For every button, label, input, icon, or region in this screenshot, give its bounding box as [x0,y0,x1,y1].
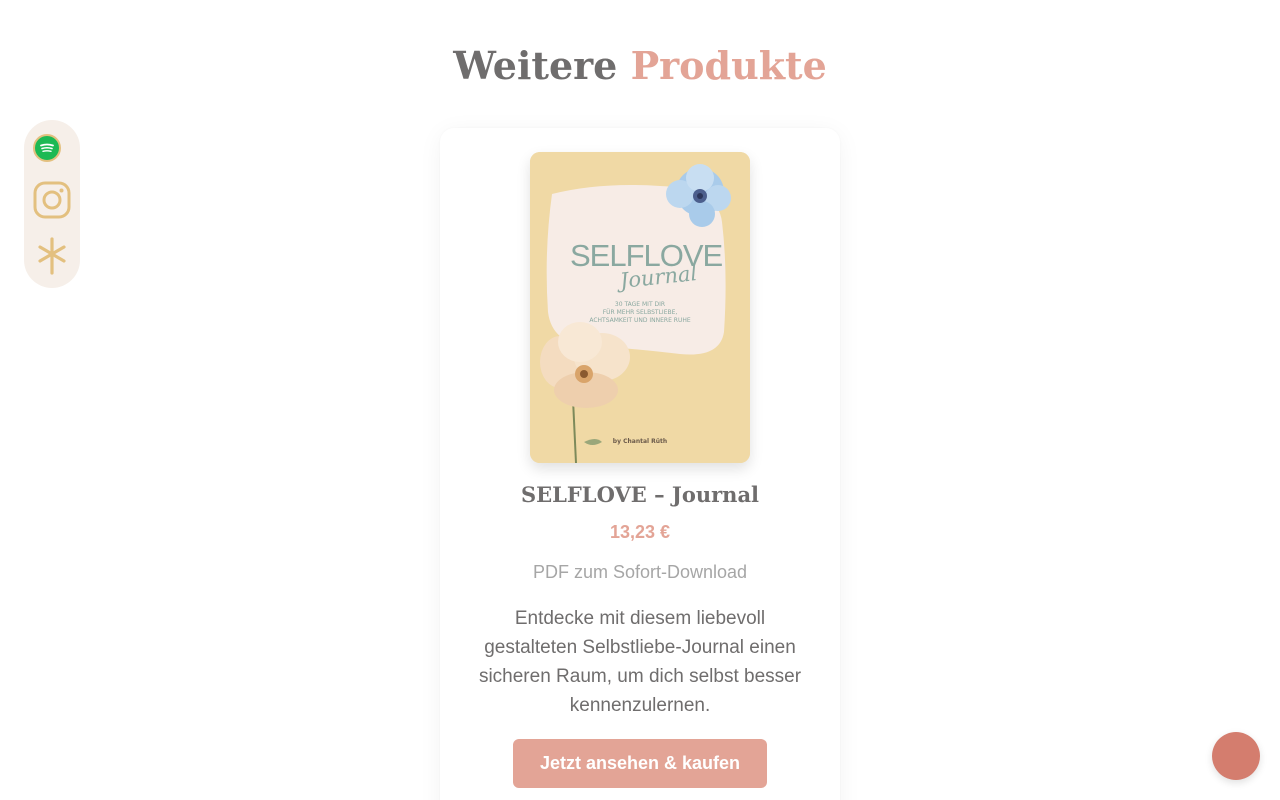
product-cover-image[interactable]: SELFLOVE Journal 30 TAGE MIT DIR FÜR MEH… [530,152,750,463]
linktree-link[interactable] [24,236,80,276]
cover-subtitle-line-3: ACHTSAMKEIT UND INNERE RUHE [589,317,691,324]
spotify-link[interactable] [19,134,75,162]
section-title: Weitere Produkte [0,42,1280,90]
floating-action-button[interactable] [1212,732,1260,780]
view-and-buy-button[interactable]: Jetzt ansehen & kaufen [513,739,767,788]
cover-subtitle-line-1: 30 TAGE MIT DIR [615,301,665,308]
product-price: 13,23 € [609,522,671,542]
section-title-part-2: Produkte [630,43,827,88]
product-format: PDF zum Sofort-Download [532,562,748,582]
instagram-icon [33,181,71,219]
instagram-link[interactable] [24,180,80,220]
linktree-icon [38,237,66,275]
product-name[interactable]: SELFLOVE – Journal [440,482,840,507]
product-card: SELFLOVE Journal 30 TAGE MIT DIR FÜR MEH… [440,128,840,800]
cover-author: by Chantal Rüth [613,438,667,445]
product-description: Entdecke mit diesem liebevoll gestaltete… [478,608,802,716]
page: Weitere Produkte SELFLOVE Journal 30 TAG… [0,0,1280,800]
section-title-part-1: Weitere [453,43,618,88]
cover-subtitle-line-2: FÜR MEHR SELBSTLIEBE, [603,309,678,316]
spotify-icon [33,134,61,162]
social-sidebar [24,120,80,288]
